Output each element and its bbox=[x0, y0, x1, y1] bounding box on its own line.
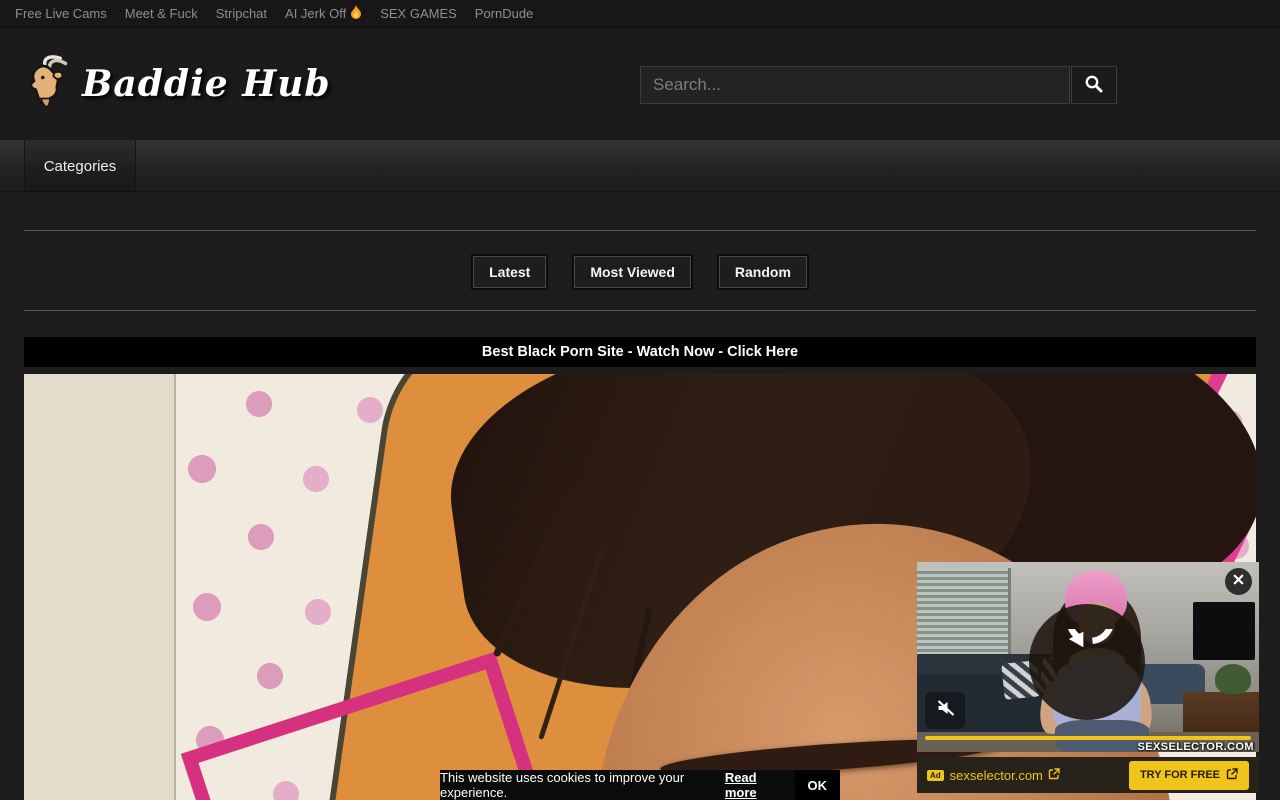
most-viewed-button[interactable]: Most Viewed bbox=[574, 256, 691, 288]
search-bar bbox=[640, 66, 1117, 104]
ad-close-button[interactable] bbox=[1225, 568, 1252, 595]
ad-footer: Ad sexselector.com TRY FOR FREE bbox=[917, 757, 1259, 793]
topbar-link-label: Meet & Fuck bbox=[125, 6, 198, 21]
ad-video[interactable]: SEXSELECTOR.COM bbox=[917, 562, 1259, 752]
search-input[interactable] bbox=[640, 66, 1070, 104]
topbar-link-label: AI Jerk Off bbox=[285, 6, 346, 21]
topbar-link-label: Free Live Cams bbox=[15, 6, 107, 21]
ad-site-link[interactable]: sexselector.com bbox=[950, 768, 1060, 783]
replay-button[interactable] bbox=[1029, 604, 1145, 720]
goat-icon bbox=[20, 52, 76, 115]
search-icon bbox=[1084, 74, 1104, 97]
random-button[interactable]: Random bbox=[719, 256, 807, 288]
search-button[interactable] bbox=[1071, 66, 1117, 104]
ad-progress-bar bbox=[925, 736, 1251, 740]
external-link-icon bbox=[1226, 768, 1238, 783]
muted-speaker-icon bbox=[935, 698, 956, 723]
ad-scene-plant bbox=[1215, 664, 1251, 694]
close-icon bbox=[1231, 572, 1246, 592]
ad-watermark: SEXSELECTOR.COM bbox=[1138, 741, 1254, 752]
cookie-ok-button[interactable]: OK bbox=[795, 770, 841, 800]
mute-button[interactable] bbox=[925, 692, 965, 729]
topbar: Free Live Cams Meet & Fuck Stripchat AI … bbox=[0, 0, 1280, 28]
main-nav: Categories bbox=[0, 140, 1280, 192]
topbar-link-label: SEX GAMES bbox=[380, 6, 457, 21]
topbar-link-ai-jerk-off[interactable]: AI Jerk Off bbox=[276, 6, 371, 22]
divider bbox=[24, 310, 1256, 311]
nav-item-categories[interactable]: Categories bbox=[24, 140, 136, 192]
flame-icon bbox=[350, 6, 362, 22]
try-for-free-button[interactable]: TRY FOR FREE bbox=[1129, 761, 1249, 790]
video-ad-overlay: SEXSELECTOR.COM Ad sexselector.com TRY F… bbox=[917, 562, 1259, 793]
external-link-icon bbox=[1048, 768, 1060, 783]
topbar-link-label: Stripchat bbox=[216, 6, 267, 21]
cookie-notice: This website uses cookies to improve you… bbox=[440, 770, 840, 800]
latest-button[interactable]: Latest bbox=[473, 256, 546, 288]
topbar-link-sex-games[interactable]: SEX GAMES bbox=[371, 6, 466, 21]
divider bbox=[24, 230, 1256, 231]
logo-text: Baddie Hub bbox=[82, 63, 331, 105]
ad-banner-text: Best Black Porn Site - Watch Now - Click… bbox=[482, 344, 798, 360]
cookie-message: This website uses cookies to improve you… bbox=[440, 770, 720, 800]
ad-scene-tv bbox=[1193, 602, 1255, 660]
ad-banner-link[interactable]: Best Black Porn Site - Watch Now - Click… bbox=[24, 337, 1256, 367]
site-logo[interactable]: Baddie Hub bbox=[20, 52, 331, 115]
header: Baddie Hub bbox=[0, 28, 1280, 140]
topbar-link-stripchat[interactable]: Stripchat bbox=[207, 6, 276, 21]
try-for-free-label: TRY FOR FREE bbox=[1140, 769, 1220, 781]
ad-site-link-label: sexselector.com bbox=[950, 768, 1043, 783]
topbar-link-porndude[interactable]: PornDude bbox=[466, 6, 543, 21]
topbar-link-meet-and-fuck[interactable]: Meet & Fuck bbox=[116, 6, 207, 21]
filter-buttons: Latest Most Viewed Random bbox=[0, 256, 1280, 288]
ad-badge: Ad bbox=[927, 770, 944, 781]
topbar-link-free-live-cams[interactable]: Free Live Cams bbox=[6, 6, 116, 21]
nav-item-label: Categories bbox=[44, 158, 117, 175]
topbar-link-label: PornDude bbox=[475, 6, 534, 21]
replay-icon bbox=[1056, 629, 1118, 696]
cookie-read-more-link[interactable]: Read more bbox=[725, 770, 785, 800]
page: Free Live Cams Meet & Fuck Stripchat AI … bbox=[0, 0, 1280, 800]
